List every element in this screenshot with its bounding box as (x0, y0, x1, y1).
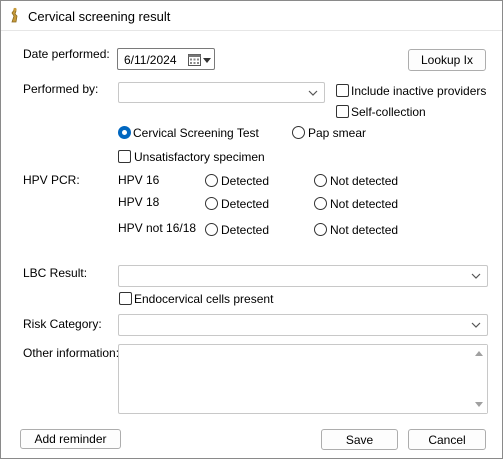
date-dropdown-arrow-icon[interactable] (203, 58, 211, 63)
risk-category-label: Risk Category: (23, 317, 102, 331)
chevron-down-icon (471, 322, 481, 328)
hpv-18-detected-radio[interactable] (205, 197, 218, 210)
date-performed-value: 6/11/2024 (124, 53, 177, 67)
unsatisfactory-specimen-checkbox[interactable] (118, 150, 131, 163)
endocervical-cells-checkbox[interactable] (119, 292, 132, 305)
title-bar: Cervical screening result (1, 1, 502, 31)
hpv-not-16-18-label: HPV not 16/18 (118, 221, 197, 235)
cancel-button[interactable]: Cancel (408, 429, 486, 450)
hpv-not-16-18-detected-radio[interactable] (205, 223, 218, 236)
include-inactive-checkbox[interactable] (336, 84, 349, 97)
pap-smear-radio[interactable] (292, 126, 305, 139)
app-logo-icon (11, 7, 18, 23)
hpv-18-detected-label: Detected (221, 197, 270, 211)
other-information-textarea[interactable] (118, 344, 488, 414)
hpv-16-detected-radio[interactable] (205, 174, 218, 187)
hpv-16-not-detected-radio[interactable] (314, 174, 327, 187)
hpv-pcr-label: HPV PCR: (23, 173, 80, 187)
hpv-16-detected-label: Detected (221, 174, 270, 188)
performed-by-label: Performed by: (23, 82, 99, 96)
self-collection-checkbox[interactable] (336, 105, 349, 118)
hpv-18-label: HPV 18 (118, 195, 160, 209)
other-information-label: Other information: (23, 346, 120, 360)
save-button[interactable]: Save (321, 429, 398, 450)
hpv-16-not-detected-label: Not detected (330, 174, 399, 188)
hpv-not-16-18-detected-label: Detected (221, 223, 270, 237)
pap-smear-label: Pap smear (308, 126, 367, 140)
date-performed-label: Date performed: (23, 47, 110, 61)
chevron-down-icon (471, 273, 481, 279)
calendar-icon[interactable] (188, 53, 201, 66)
lbc-result-dropdown[interactable] (118, 265, 488, 287)
chevron-down-icon (308, 90, 318, 96)
scroll-up-arrow-icon[interactable] (475, 351, 483, 356)
other-information-scrollbar[interactable] (471, 345, 487, 413)
window-title: Cervical screening result (28, 9, 171, 24)
cervical-screening-test-label: Cervical Screening Test (133, 126, 259, 140)
add-reminder-button[interactable]: Add reminder (20, 429, 121, 449)
unsatisfactory-specimen-label: Unsatisfactory specimen (134, 150, 265, 164)
hpv-18-not-detected-label: Not detected (330, 197, 399, 211)
date-performed-picker[interactable]: 6/11/2024 (117, 48, 215, 70)
lookup-ix-button[interactable]: Lookup Ix (408, 49, 486, 71)
dialog-window: Cervical screening result Date performed… (0, 0, 503, 459)
performed-by-dropdown[interactable] (118, 82, 325, 103)
hpv-not-16-18-not-detected-label: Not detected (330, 223, 399, 237)
scroll-down-arrow-icon[interactable] (475, 402, 483, 407)
hpv-16-label: HPV 16 (118, 173, 160, 187)
self-collection-label: Self-collection (351, 105, 426, 119)
endocervical-cells-label: Endocervical cells present (134, 292, 274, 306)
risk-category-dropdown[interactable] (118, 314, 488, 336)
hpv-18-not-detected-radio[interactable] (314, 197, 327, 210)
lbc-result-label: LBC Result: (23, 266, 88, 280)
cervical-screening-test-radio[interactable] (118, 126, 131, 139)
include-inactive-label: Include inactive providers (351, 84, 487, 98)
hpv-not-16-18-not-detected-radio[interactable] (314, 223, 327, 236)
